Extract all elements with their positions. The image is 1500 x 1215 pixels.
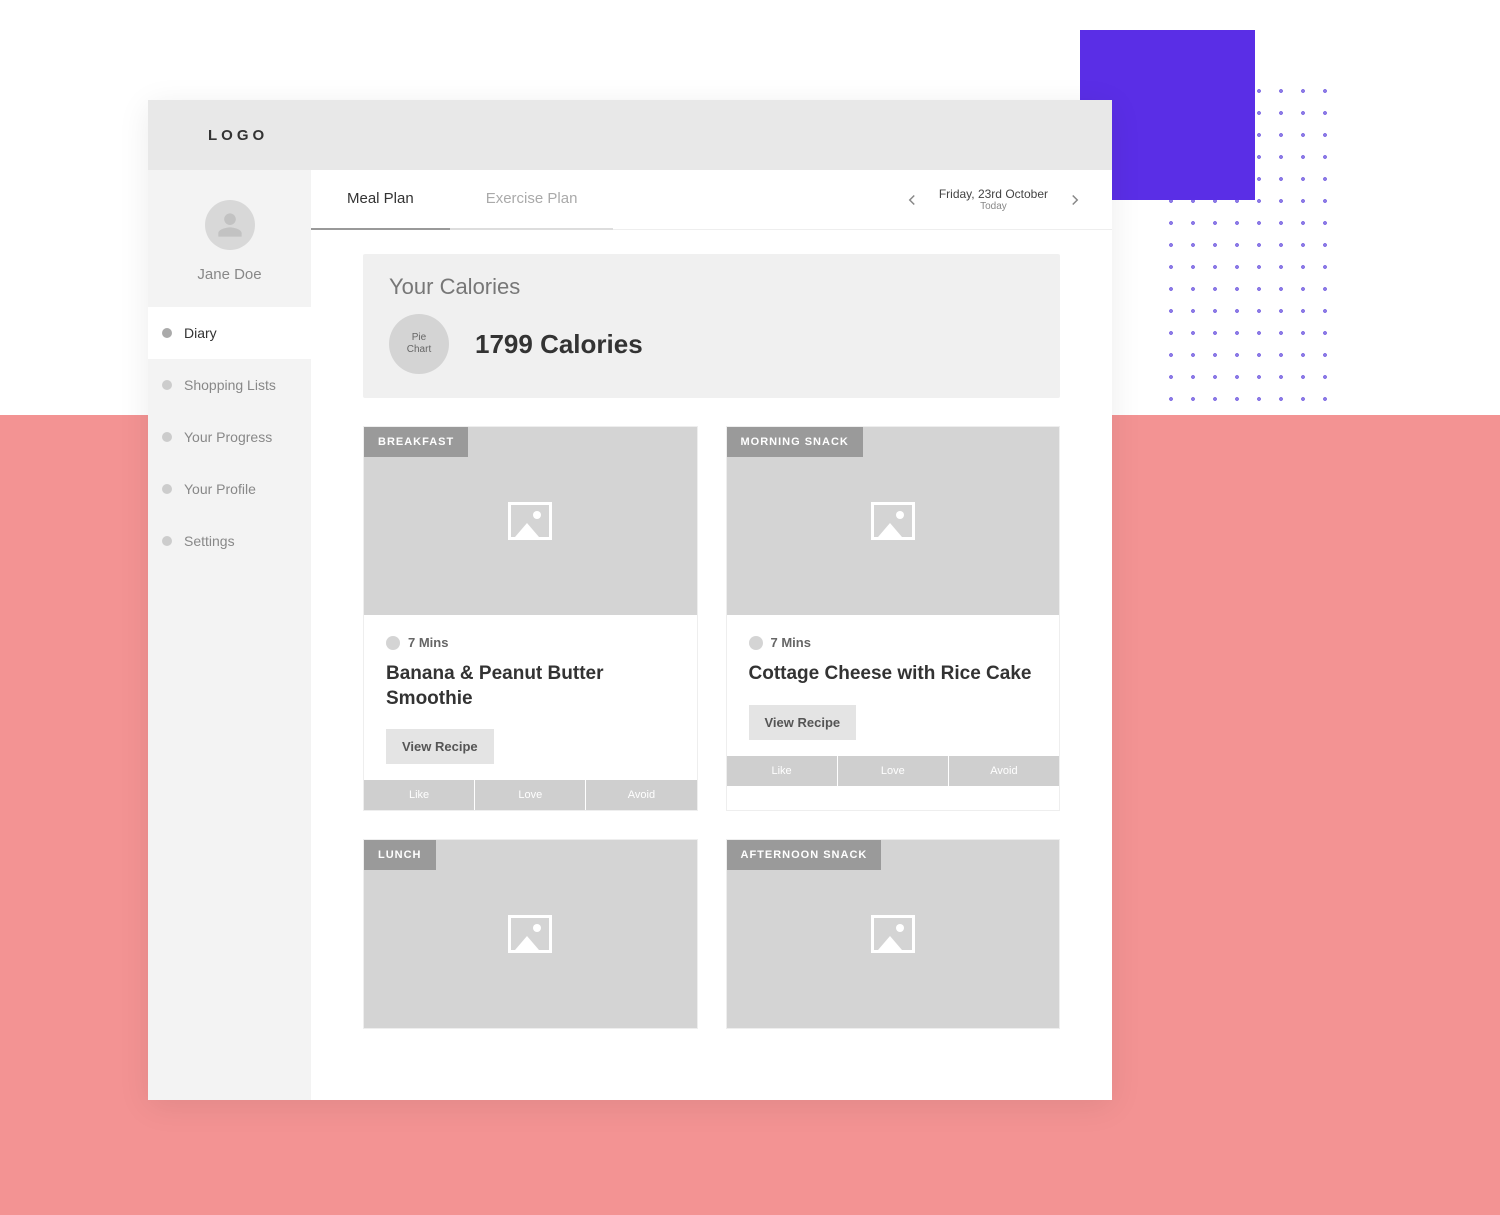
pie-chart-label: Pie <box>412 332 426 344</box>
user-name: Jane Doe <box>148 266 311 283</box>
avatar-icon <box>216 211 244 239</box>
clock-icon <box>749 636 763 650</box>
app-window: LOGO Jane Doe Diary Shopping Lists <box>148 100 1112 1100</box>
image-placeholder-icon <box>871 915 915 953</box>
bullet-icon <box>162 484 172 494</box>
main-content: Meal Plan Exercise Plan Friday, 23rd Oct… <box>311 170 1112 1100</box>
meal-body: 7 Mins Cottage Cheese with Rice Cake Vie… <box>727 615 1060 756</box>
view-recipe-button[interactable]: View Recipe <box>749 705 857 740</box>
meal-image: AFTERNOON SNACK <box>727 840 1060 1028</box>
meal-time-text: 7 Mins <box>771 635 811 650</box>
meal-actions: Like Love Avoid <box>364 780 697 810</box>
pie-chart-placeholder: Pie Chart <box>389 314 449 374</box>
meal-badge: AFTERNOON SNACK <box>727 840 882 870</box>
top-bar: LOGO <box>148 100 1112 170</box>
content-area: Your Calories Pie Chart 1799 Calories BR… <box>311 230 1112 1053</box>
calories-panel: Your Calories Pie Chart 1799 Calories <box>363 254 1060 398</box>
meal-badge: BREAKFAST <box>364 427 468 457</box>
meal-time: 7 Mins <box>749 635 1038 650</box>
clock-icon <box>386 636 400 650</box>
avatar[interactable] <box>205 200 255 250</box>
chevron-left-icon <box>903 191 921 209</box>
sidebar-item-label: Your Progress <box>184 429 272 445</box>
meal-time-text: 7 Mins <box>408 635 448 650</box>
meal-badge: MORNING SNACK <box>727 427 863 457</box>
image-placeholder-icon <box>871 502 915 540</box>
date-display: Friday, 23rd October Today <box>939 187 1048 212</box>
action-avoid[interactable]: Avoid <box>949 756 1059 786</box>
prev-day-button[interactable] <box>903 191 921 209</box>
meal-title: Banana & Peanut Butter Smoothie <box>386 662 675 711</box>
sidebar-nav: Diary Shopping Lists Your Progress Your … <box>148 307 311 567</box>
sidebar: Jane Doe Diary Shopping Lists Your Progr… <box>148 170 311 1100</box>
meal-card-morning-snack: MORNING SNACK 7 Mins Cottage Cheese with… <box>726 426 1061 811</box>
profile-block: Jane Doe <box>148 170 311 307</box>
calories-row: Pie Chart 1799 Calories <box>389 314 1034 374</box>
meal-image: BREAKFAST <box>364 427 697 615</box>
sidebar-item-label: Your Profile <box>184 481 256 497</box>
action-like[interactable]: Like <box>727 756 838 786</box>
sidebar-item-settings[interactable]: Settings <box>148 515 311 567</box>
meal-actions: Like Love Avoid <box>727 756 1060 786</box>
pie-chart-label: Chart <box>407 344 431 356</box>
tab-meal-plan[interactable]: Meal Plan <box>311 170 450 230</box>
action-avoid[interactable]: Avoid <box>586 780 696 810</box>
tabs: Meal Plan Exercise Plan <box>311 170 613 230</box>
meal-title: Cottage Cheese with Rice Cake <box>749 662 1038 687</box>
view-recipe-button[interactable]: View Recipe <box>386 729 494 764</box>
meal-card-afternoon-snack: AFTERNOON SNACK <box>726 839 1061 1029</box>
bullet-icon <box>162 536 172 546</box>
image-placeholder-icon <box>508 915 552 953</box>
chevron-right-icon <box>1066 191 1084 209</box>
sidebar-item-your-profile[interactable]: Your Profile <box>148 463 311 515</box>
meal-image: LUNCH <box>364 840 697 1028</box>
tabs-row: Meal Plan Exercise Plan Friday, 23rd Oct… <box>311 170 1112 230</box>
meal-card-lunch: LUNCH <box>363 839 698 1029</box>
sidebar-item-diary[interactable]: Diary <box>148 307 311 359</box>
bullet-icon <box>162 328 172 338</box>
image-placeholder-icon <box>508 502 552 540</box>
bullet-icon <box>162 432 172 442</box>
action-like[interactable]: Like <box>364 780 475 810</box>
meals-grid: BREAKFAST 7 Mins Banana & Peanut Butter … <box>363 426 1060 1029</box>
meal-body: 7 Mins Banana & Peanut Butter Smoothie V… <box>364 615 697 780</box>
sidebar-item-label: Settings <box>184 533 235 549</box>
logo: LOGO <box>208 127 268 144</box>
date-sub: Today <box>939 201 1048 212</box>
sidebar-item-label: Diary <box>184 325 217 341</box>
action-love[interactable]: Love <box>838 756 949 786</box>
action-love[interactable]: Love <box>475 780 586 810</box>
tab-exercise-plan[interactable]: Exercise Plan <box>450 170 614 230</box>
meal-card-breakfast: BREAKFAST 7 Mins Banana & Peanut Butter … <box>363 426 698 811</box>
sidebar-item-shopping-lists[interactable]: Shopping Lists <box>148 359 311 411</box>
date-full: Friday, 23rd October <box>939 187 1048 201</box>
meal-badge: LUNCH <box>364 840 436 870</box>
date-navigator: Friday, 23rd October Today <box>903 187 1084 212</box>
meal-time: 7 Mins <box>386 635 675 650</box>
next-day-button[interactable] <box>1066 191 1084 209</box>
sidebar-item-your-progress[interactable]: Your Progress <box>148 411 311 463</box>
meal-image: MORNING SNACK <box>727 427 1060 615</box>
sidebar-item-label: Shopping Lists <box>184 377 276 393</box>
calories-value: 1799 Calories <box>475 329 643 360</box>
bullet-icon <box>162 380 172 390</box>
calories-heading: Your Calories <box>389 274 1034 300</box>
